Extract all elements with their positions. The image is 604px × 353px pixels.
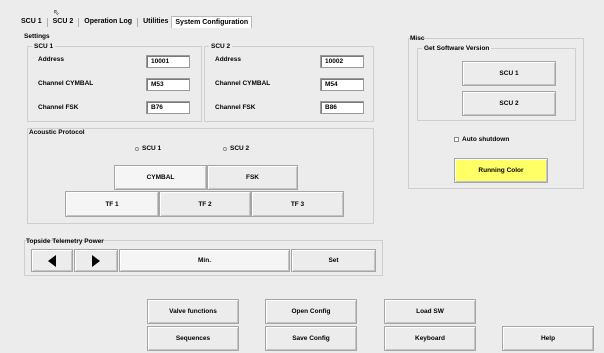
get-version-scu2-button[interactable]: SCU 2 (462, 91, 556, 116)
radio-acoustic-scu1-label: SCU 1 (142, 145, 162, 152)
tf1-button[interactable]: TF 1 (65, 191, 159, 217)
radio-circle-icon (223, 146, 227, 151)
scu1-address-label: Address (38, 56, 65, 63)
software-version-title: Get Software Version (422, 44, 492, 53)
save-config-button[interactable]: Save Config (265, 326, 357, 351)
load-sw-button[interactable]: Load SW (384, 299, 476, 324)
scu2-group-title: SCU 2 (209, 42, 233, 51)
tab-bar: SCU 1 SCU 2 Operation Log Utilities Syst… (18, 16, 253, 28)
set-power-button[interactable]: Set (291, 249, 376, 272)
misc-group: Misc Get Software Version SCU 1 SCU 2 Au… (408, 35, 584, 189)
tab-separator (78, 18, 80, 27)
acoustic-protocol-title: Acoustic Protocol (29, 129, 85, 136)
help-button[interactable]: Help (502, 326, 594, 351)
tab-separator (137, 18, 139, 27)
scu1-fsk-label: Channel FSK (38, 104, 79, 111)
fsk-button[interactable]: FSK (207, 165, 298, 190)
tab-scu1[interactable]: SCU 1 (18, 16, 45, 28)
scu2-address-field[interactable]: 10002 (320, 55, 364, 68)
open-config-button[interactable]: Open Config (265, 299, 357, 324)
scu2-cymbal-label: Channel CYMBAL (215, 80, 271, 87)
cymbal-button[interactable]: CYMBAL (114, 165, 207, 190)
tab-operation-log[interactable]: Operation Log (81, 16, 135, 28)
increase-button[interactable] (74, 249, 118, 272)
auto-shutdown-label: Auto shutdown (462, 136, 510, 143)
scu2-address-label: Address (215, 56, 242, 63)
tf2-button[interactable]: TF 2 (159, 191, 251, 217)
checkbox-icon (454, 137, 459, 142)
triangle-left-icon (48, 254, 56, 267)
tab-utilities[interactable]: Utilities (140, 16, 171, 28)
scu2-cymbal-field[interactable]: M54 (320, 78, 364, 91)
auto-shutdown-checkbox[interactable]: Auto shutdown (454, 136, 509, 143)
telemetry-title: Topside Telemetry Power (26, 238, 104, 245)
scu1-address-field[interactable]: 10001 (146, 55, 190, 68)
scu2-fsk-label: Channel FSK (215, 104, 256, 111)
scu1-cymbal-field[interactable]: M53 (146, 78, 190, 91)
settings-title: Settings (24, 33, 50, 40)
radio-acoustic-scu1[interactable]: SCU 1 (135, 145, 161, 152)
scu1-group: SCU 1 Address 10001 Channel CYMBAL M53 C… (27, 42, 202, 122)
keyboard-button[interactable]: Keyboard (384, 326, 476, 351)
radio-acoustic-scu2-label: SCU 2 (230, 145, 250, 152)
software-version-group: Get Software Version SCU 1 SCU 2 (417, 44, 576, 121)
decrease-button[interactable] (31, 249, 73, 272)
tab-separator (46, 18, 48, 27)
running-color-button[interactable]: Running Color (454, 158, 548, 183)
tab-system-configuration[interactable]: System Configuration (171, 16, 253, 28)
get-version-scu1-button[interactable]: SCU 1 (462, 61, 556, 86)
scu1-group-title: SCU 1 (32, 42, 56, 51)
tab-scu2[interactable]: SCU 2 (50, 16, 77, 28)
triangle-right-icon (92, 254, 100, 267)
scu1-cymbal-label: Channel CYMBAL (38, 80, 94, 87)
valve-functions-button[interactable]: Valve functions (147, 299, 239, 324)
radio-acoustic-scu2[interactable]: SCU 2 (223, 145, 249, 152)
misc-title: Misc (410, 35, 425, 42)
scu2-fsk-field[interactable]: B86 (320, 101, 364, 114)
scu1-fsk-field[interactable]: B76 (146, 101, 190, 114)
tf3-button[interactable]: TF 3 (251, 191, 344, 217)
power-level-display: Min. (119, 249, 290, 272)
scu2-group: SCU 2 Address 10002 Channel CYMBAL M54 C… (204, 42, 374, 122)
radio-circle-icon (135, 146, 139, 151)
acoustic-protocol-group: Acoustic Protocol SCU 1 SCU 2 CYMBAL FSK… (27, 128, 374, 224)
sequences-button[interactable]: Sequences (147, 326, 239, 351)
telemetry-group: Topside Telemetry Power Min. Set (24, 238, 383, 276)
